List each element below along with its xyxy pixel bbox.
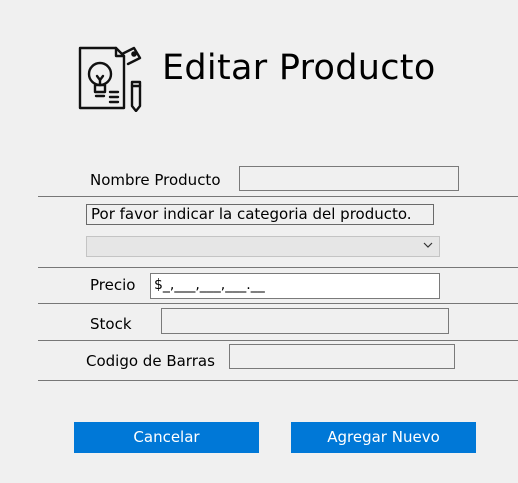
page-title: Editar Producto [162, 48, 436, 88]
category-notice: Por favor indicar la categoria del produ… [86, 204, 434, 225]
price-label: Precio [90, 276, 136, 294]
divider [38, 380, 518, 381]
divider [38, 267, 518, 268]
cancel-button[interactable]: Cancelar [74, 422, 259, 453]
stock-label: Stock [90, 315, 132, 333]
divider [38, 196, 518, 197]
barcode-input[interactable] [229, 344, 455, 369]
chevron-down-icon [423, 242, 433, 248]
divider [38, 303, 518, 304]
product-name-label: Nombre Producto [90, 171, 221, 189]
barcode-label: Codigo de Barras [86, 352, 215, 370]
category-select[interactable] [86, 236, 440, 257]
price-input[interactable]: $_,___,___,___.__ [150, 273, 440, 299]
product-lightbulb-document-icon [76, 42, 146, 113]
product-name-input[interactable] [239, 166, 459, 191]
divider [38, 340, 518, 341]
add-new-button[interactable]: Agregar Nuevo [291, 422, 476, 453]
stock-input[interactable] [161, 308, 449, 334]
